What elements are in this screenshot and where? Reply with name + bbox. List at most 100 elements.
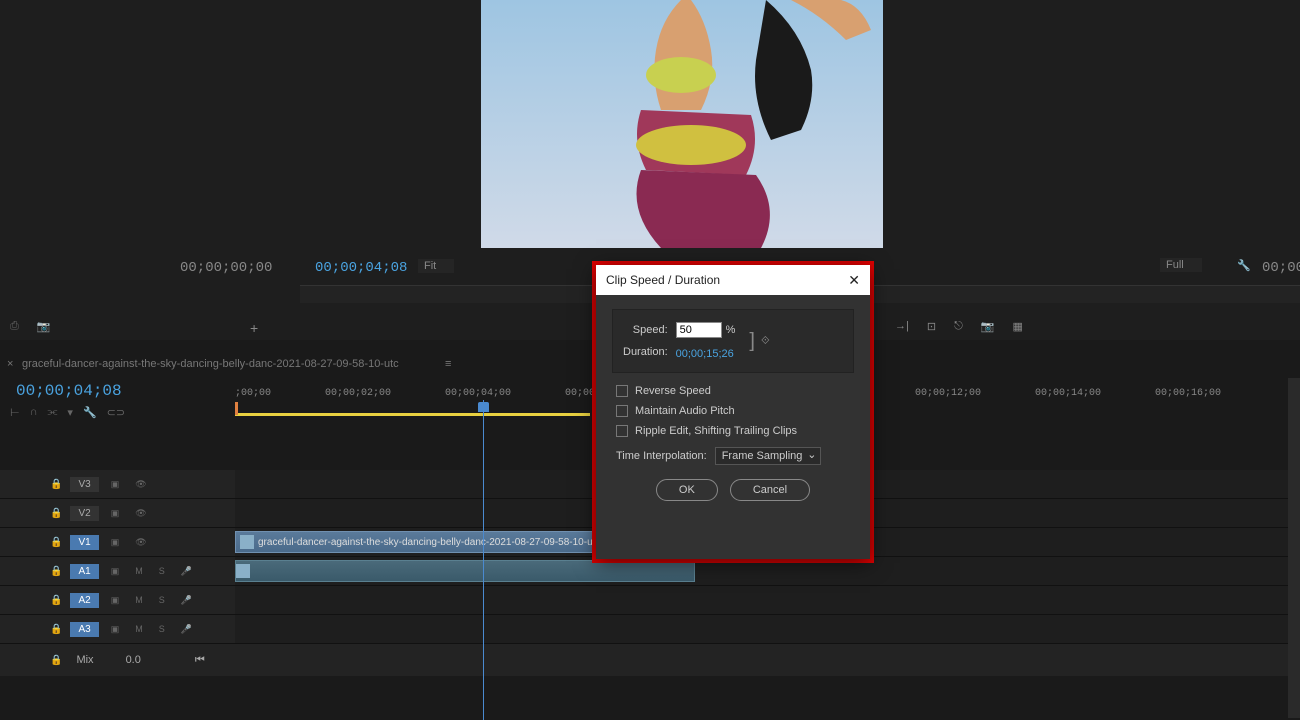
mute-button[interactable]: M bbox=[131, 624, 147, 634]
eye-icon[interactable]: 👁 bbox=[131, 479, 150, 490]
track-content-a2[interactable] bbox=[235, 586, 1300, 614]
audio-clip[interactable] bbox=[235, 560, 695, 582]
resolution-dropdown[interactable]: Full bbox=[1160, 258, 1202, 272]
snap-icon[interactable]: ⊢ bbox=[10, 406, 20, 419]
solo-button[interactable]: S bbox=[155, 595, 169, 605]
ok-button[interactable]: OK bbox=[656, 479, 718, 501]
ruler-label: 00;00;16;00 bbox=[1155, 388, 1221, 399]
settings-wrench-icon[interactable]: 🔧 bbox=[1237, 259, 1251, 272]
timeline-playhead-timecode[interactable]: 00;00;04;08 bbox=[16, 382, 122, 400]
marker-tool-icon[interactable]: ▾ bbox=[67, 406, 73, 419]
lock-icon[interactable]: 🔒 bbox=[50, 624, 62, 635]
mic-icon[interactable]: 🎤 bbox=[177, 624, 196, 635]
program-monitor-preview[interactable] bbox=[481, 0, 883, 248]
toggle-output-icon[interactable]: ▣ bbox=[107, 566, 124, 577]
mic-icon[interactable]: 🎤 bbox=[177, 566, 196, 577]
wrench-tool-icon[interactable]: 🔧 bbox=[83, 406, 97, 419]
magnet-icon[interactable]: ∩ bbox=[30, 406, 38, 419]
eye-icon[interactable]: 👁 bbox=[131, 508, 150, 519]
mix-value[interactable]: 0.0 bbox=[126, 654, 141, 666]
toggle-output-icon[interactable]: ▣ bbox=[107, 624, 124, 635]
text-tool-icon[interactable]: ⊂⊃ bbox=[107, 406, 125, 419]
mix-label: Mix bbox=[76, 654, 93, 666]
track-header-a1[interactable]: A1 bbox=[70, 564, 98, 579]
toggle-output-icon[interactable]: ▣ bbox=[107, 508, 124, 519]
cancel-button[interactable]: Cancel bbox=[730, 479, 810, 501]
ripple-edit-checkbox[interactable] bbox=[616, 425, 628, 437]
link-speed-duration[interactable]: ] ⟐ bbox=[749, 330, 769, 353]
lock-icon[interactable]: 🔒 bbox=[50, 479, 62, 490]
lock-icon[interactable]: 🔒 bbox=[50, 655, 62, 666]
program-toolbar: →| ⊡ ⎋ 📷 ▦ bbox=[895, 320, 1023, 333]
playhead-position-timecode[interactable]: 00;00;04;08 bbox=[315, 260, 407, 276]
lock-icon[interactable]: 🔒 bbox=[50, 595, 62, 606]
toggle-output-icon[interactable]: ▣ bbox=[107, 595, 124, 606]
mute-button[interactable]: M bbox=[131, 566, 147, 576]
time-interpolation-row: Time Interpolation: Frame Sampling bbox=[612, 447, 854, 465]
link-icon[interactable]: ⫘ bbox=[48, 406, 58, 419]
ripple-edit-label: Ripple Edit, Shifting Trailing Clips bbox=[635, 425, 797, 437]
right-panel-scroll[interactable] bbox=[1288, 378, 1300, 718]
duration-value[interactable]: 00;00;15;26 bbox=[676, 348, 736, 360]
track-header-v2[interactable]: V2 bbox=[70, 506, 98, 521]
track-content-a3[interactable] bbox=[235, 615, 1300, 643]
maintain-pitch-row[interactable]: Maintain Audio Pitch bbox=[612, 405, 854, 417]
duration-label: Duration: bbox=[623, 346, 668, 358]
mute-button[interactable]: M bbox=[131, 595, 147, 605]
camera-icon[interactable]: 📷 bbox=[37, 320, 51, 333]
solo-button[interactable]: S bbox=[155, 624, 169, 634]
ruler-label: 00;00;14;00 bbox=[1035, 388, 1101, 399]
insert-icon[interactable]: →| bbox=[895, 320, 909, 333]
maintain-pitch-label: Maintain Audio Pitch bbox=[635, 405, 735, 417]
export-frame-icon[interactable]: ⎙ bbox=[10, 320, 19, 333]
clip-thumbnail bbox=[236, 564, 250, 578]
time-interpolation-dropdown[interactable]: Frame Sampling bbox=[715, 447, 822, 465]
source-toolbar: ⎙ 📷 bbox=[10, 320, 51, 333]
track-header-v1[interactable]: V1 bbox=[70, 535, 98, 550]
overwrite-icon[interactable]: ⊡ bbox=[927, 320, 936, 333]
lock-icon[interactable]: 🔒 bbox=[50, 537, 62, 548]
dialog-titlebar[interactable]: Clip Speed / Duration ✕ bbox=[596, 265, 870, 295]
sequence-tab-name[interactable]: graceful-dancer-against-the-sky-dancing-… bbox=[22, 358, 399, 370]
mic-icon[interactable]: 🎤 bbox=[177, 595, 196, 606]
close-tab-icon[interactable]: × bbox=[7, 358, 13, 370]
speed-duration-group: Speed: Duration: % 00;00;15;26 ] ⟐ bbox=[612, 309, 854, 373]
in-point-marker[interactable] bbox=[235, 402, 238, 415]
track-a2: 🔒 A2 ▣ M S 🎤 bbox=[0, 586, 1300, 615]
track-header-a3[interactable]: A3 bbox=[70, 622, 98, 637]
ruler-label: 00;00;02;00 bbox=[325, 388, 391, 399]
ripple-edit-row[interactable]: Ripple Edit, Shifting Trailing Clips bbox=[612, 425, 854, 437]
link-icon: ⟐ bbox=[761, 335, 770, 348]
reverse-speed-row[interactable]: Reverse Speed bbox=[612, 385, 854, 397]
dialog-title: Clip Speed / Duration bbox=[606, 273, 720, 287]
playhead-handle[interactable] bbox=[478, 402, 489, 412]
maintain-pitch-checkbox[interactable] bbox=[616, 405, 628, 417]
solo-button[interactable]: S bbox=[155, 566, 169, 576]
work-area-bar[interactable] bbox=[235, 413, 590, 416]
export-icon[interactable]: ⎋ bbox=[954, 320, 963, 333]
reverse-speed-checkbox[interactable] bbox=[616, 385, 628, 397]
track-header-v3[interactable]: V3 bbox=[70, 477, 98, 492]
markers-icon[interactable]: ▦ bbox=[1012, 320, 1022, 333]
clip-thumbnail bbox=[240, 535, 254, 549]
speed-label: Speed: bbox=[633, 324, 668, 336]
track-header-a2[interactable]: A2 bbox=[70, 593, 98, 608]
panel-menu-icon[interactable]: ≡ bbox=[445, 358, 451, 370]
track-a3: 🔒 A3 ▣ M S 🎤 bbox=[0, 615, 1300, 644]
snapshot-icon[interactable]: 📷 bbox=[981, 320, 995, 333]
speed-input[interactable] bbox=[676, 322, 722, 338]
lock-icon[interactable]: 🔒 bbox=[50, 566, 62, 577]
lock-icon[interactable]: 🔒 bbox=[50, 508, 62, 519]
zoom-fit-dropdown[interactable]: Fit bbox=[418, 259, 454, 273]
toggle-output-icon[interactable]: ▣ bbox=[107, 479, 124, 490]
collapse-icon[interactable]: ⏮ bbox=[195, 654, 205, 667]
source-in-timecode: 00;00;00;00 bbox=[180, 260, 272, 276]
add-button[interactable]: + bbox=[250, 320, 258, 336]
playhead-line bbox=[483, 400, 484, 720]
clip-speed-duration-dialog: Clip Speed / Duration ✕ Speed: Duration:… bbox=[596, 265, 870, 559]
ruler-label: ;00;00 bbox=[235, 388, 271, 399]
toggle-output-icon[interactable]: ▣ bbox=[107, 537, 124, 548]
timeline-tool-row: ⊢ ∩ ⫘ ▾ 🔧 ⊂⊃ bbox=[10, 406, 125, 419]
eye-icon[interactable]: 👁 bbox=[131, 537, 150, 548]
close-icon[interactable]: ✕ bbox=[848, 272, 860, 289]
